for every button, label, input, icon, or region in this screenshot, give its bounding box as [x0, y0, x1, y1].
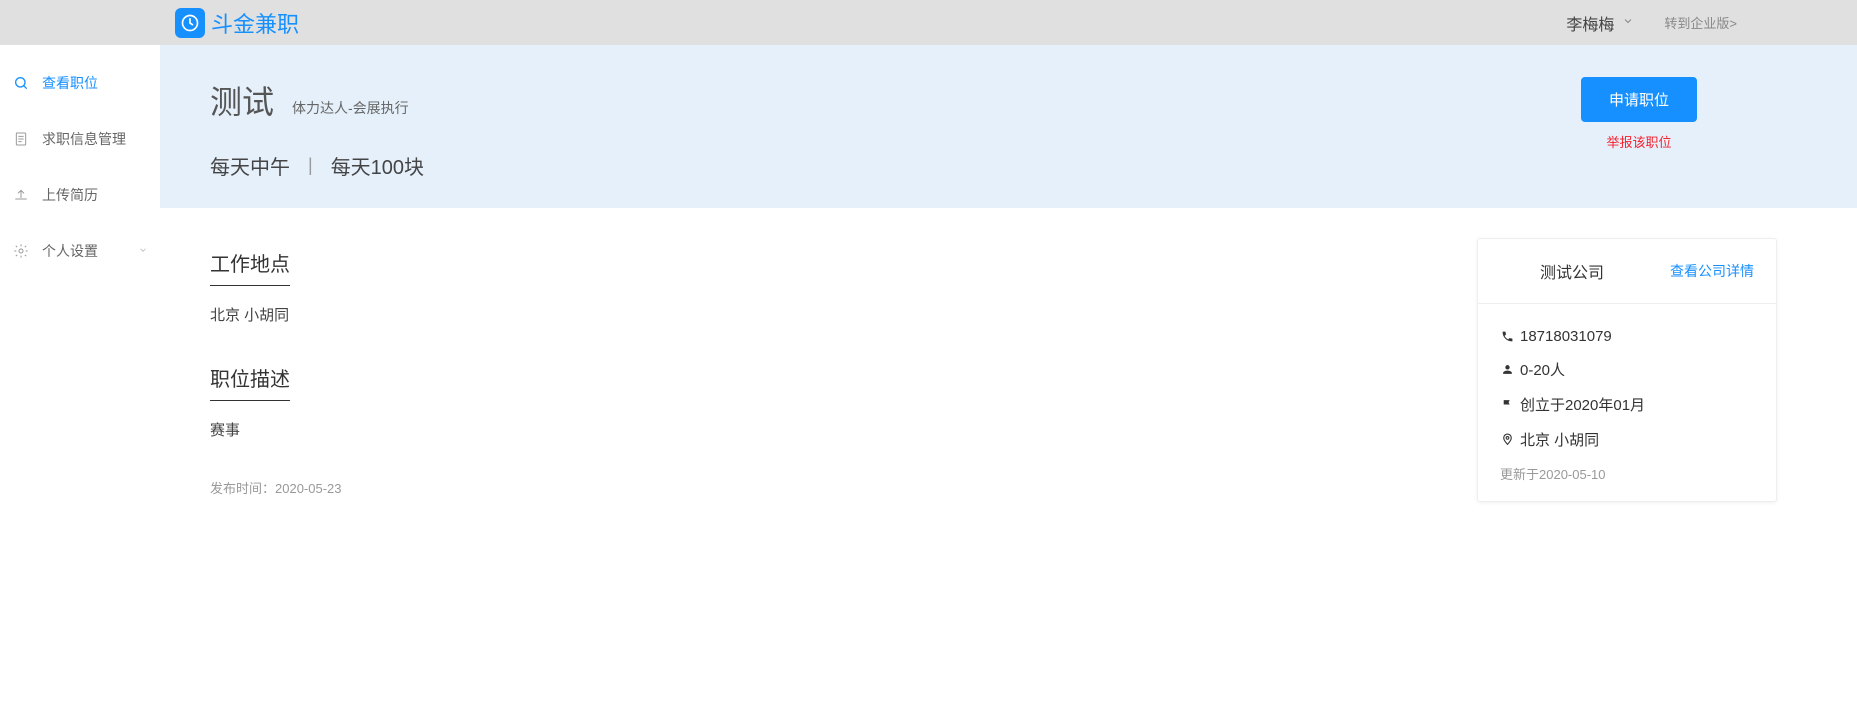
company-founded: 创立于2020年01月: [1520, 394, 1645, 415]
job-pay: 每天100块: [331, 151, 424, 180]
user-name: 李梅梅: [1566, 11, 1614, 35]
content-area: 测试 体力达人-会展执行 每天中午 | 每天100块 申请职位 举报该职位 工作…: [160, 45, 1857, 542]
description-text: 赛事: [210, 419, 1437, 440]
location-text: 北京 小胡同: [210, 304, 1437, 325]
company-name: 测试公司: [1540, 259, 1604, 283]
company-size: 0-20人: [1520, 359, 1565, 380]
view-company-link[interactable]: 查看公司详情: [1670, 261, 1754, 281]
location-heading: 工作地点: [210, 248, 290, 286]
company-phone-row: 18718031079: [1500, 328, 1754, 345]
company-size-row: 0-20人: [1500, 359, 1754, 380]
separator: |: [308, 155, 313, 176]
job-title: 测试: [210, 77, 274, 123]
job-header: 测试 体力达人-会展执行 每天中午 | 每天100块 申请职位 举报该职位: [160, 45, 1857, 208]
job-meta: 每天中午 | 每天100块: [210, 151, 1581, 180]
topbar: 斗金兼职 李梅梅 转到企业版>: [0, 0, 1857, 45]
job-details: 工作地点 北京 小胡同 职位描述 赛事 发布时间：2020-05-23: [210, 248, 1437, 497]
chevron-down-icon: [1622, 14, 1634, 32]
search-icon: [12, 74, 30, 92]
sidebar-item-personal-settings[interactable]: 个人设置: [0, 223, 160, 279]
company-phone: 18718031079: [1520, 328, 1612, 345]
company-card: 测试公司 查看公司详情 18718031079 0-20人: [1477, 238, 1777, 502]
company-founded-row: 创立于2020年01月: [1500, 394, 1754, 415]
report-job-link[interactable]: 举报该职位: [1606, 132, 1671, 151]
sidebar-item-upload-resume[interactable]: 上传简历: [0, 167, 160, 223]
gear-icon: [12, 242, 30, 260]
apply-button[interactable]: 申请职位: [1581, 77, 1697, 122]
clock-logo-icon: [175, 8, 205, 38]
brand-name: 斗金兼职: [211, 7, 299, 39]
sidebar-item-label: 求职信息管理: [42, 129, 126, 149]
description-heading: 职位描述: [210, 363, 290, 401]
publish-time: 发布时间：2020-05-23: [210, 478, 1437, 497]
job-schedule: 每天中午: [210, 151, 290, 180]
user-menu[interactable]: 李梅梅: [1566, 11, 1634, 35]
sidebar-item-job-application-manage[interactable]: 求职信息管理: [0, 111, 160, 167]
flag-icon: [1500, 398, 1514, 412]
phone-icon: [1500, 330, 1514, 344]
company-updated: 更新于2020-05-10: [1500, 464, 1754, 483]
sidebar-item-view-jobs[interactable]: 查看职位: [0, 55, 160, 111]
sidebar: 查看职位 求职信息管理 上传简历 个人设置: [0, 45, 160, 542]
brand-logo[interactable]: 斗金兼职: [175, 7, 299, 39]
company-location-row: 北京 小胡同: [1500, 429, 1754, 450]
switch-to-enterprise-link[interactable]: 转到企业版>: [1664, 13, 1737, 32]
chevron-down-icon: [138, 245, 148, 258]
upload-icon: [12, 186, 30, 204]
sidebar-item-label: 查看职位: [42, 73, 98, 93]
sidebar-item-label: 上传简历: [42, 185, 98, 205]
location-pin-icon: [1500, 433, 1514, 447]
company-location: 北京 小胡同: [1520, 429, 1599, 450]
person-icon: [1500, 363, 1514, 377]
job-subtitle: 体力达人-会展执行: [292, 98, 409, 118]
document-icon: [12, 130, 30, 148]
sidebar-item-label: 个人设置: [42, 241, 98, 261]
